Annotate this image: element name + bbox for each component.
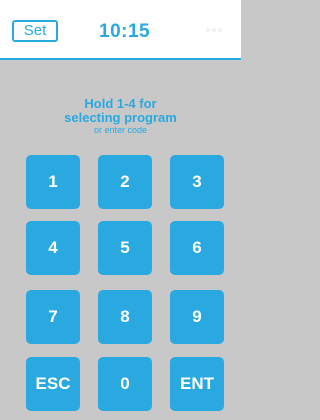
key-8-button[interactable]: 8 [98, 290, 152, 344]
ent-button[interactable]: ENT [170, 357, 224, 411]
instruction-line-1: Hold 1-4 for [84, 96, 157, 111]
key-6-button[interactable]: 6 [170, 221, 224, 275]
key-2-button[interactable]: 2 [98, 155, 152, 209]
key-4-button[interactable]: 4 [26, 221, 80, 275]
faint-indicator-icon: ●●● [205, 25, 224, 36]
keypad-screen: Set 10:15 ●●● Hold 1-4 for selecting pro… [0, 0, 241, 420]
key-1-button[interactable]: 1 [26, 155, 80, 209]
header-bar: Set 10:15 ●●● [0, 0, 241, 60]
key-0-button[interactable]: 0 [98, 357, 152, 411]
instruction-hint: or enter code [93, 125, 148, 135]
set-button[interactable]: Set [12, 20, 58, 42]
esc-button[interactable]: ESC [26, 357, 80, 411]
instruction-line-2: selecting program [64, 110, 177, 125]
key-9-button[interactable]: 9 [170, 290, 224, 344]
key-3-button[interactable]: 3 [170, 155, 224, 209]
key-5-button[interactable]: 5 [98, 221, 152, 275]
instruction-text: Hold 1-4 for selecting program or enter … [0, 97, 241, 136]
clock-time: 10:15 [99, 21, 151, 42]
key-7-button[interactable]: 7 [26, 290, 80, 344]
